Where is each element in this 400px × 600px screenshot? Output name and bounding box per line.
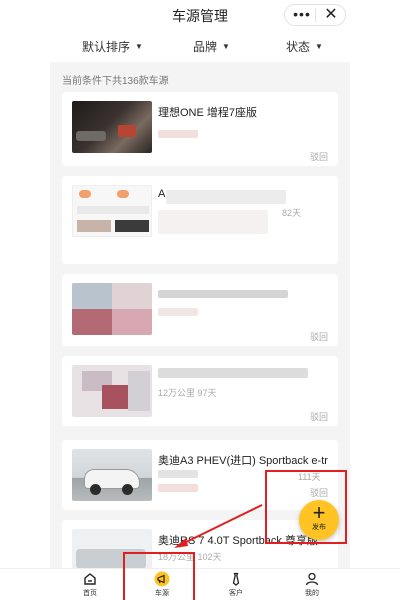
blurred-info xyxy=(158,210,268,234)
caret-down-icon: ▼ xyxy=(315,42,323,51)
more-icon[interactable]: ••• xyxy=(291,7,313,23)
top-bar: 车源管理 ••• ✕ xyxy=(0,0,400,30)
status-filter-label: 状态 xyxy=(286,40,311,54)
blurred-info xyxy=(158,368,308,378)
car-photo xyxy=(72,449,152,501)
tab-profile-label: 我的 xyxy=(305,590,319,597)
car-card[interactable]: 12万公里 97天 驳回 xyxy=(62,356,338,426)
car-title: 奥迪A3 PHEV(进口) Sportback e-tron xyxy=(158,455,328,467)
car-meta: 82天 xyxy=(282,208,302,218)
car-photo xyxy=(72,185,152,237)
brand-filter-label: 品牌 xyxy=(193,40,218,54)
tab-customers[interactable]: 客户 xyxy=(211,571,261,598)
tab-home[interactable]: 首页 xyxy=(65,571,115,598)
car-photo xyxy=(72,283,152,335)
sort-filter[interactable]: 默认排序 ▼ xyxy=(82,38,143,55)
home-icon xyxy=(65,571,115,587)
caret-down-icon: ▼ xyxy=(222,42,230,51)
blurred-info xyxy=(158,308,198,316)
blurred-info xyxy=(166,190,286,204)
result-summary: 当前条件下共136款车源 xyxy=(62,76,169,87)
car-photo xyxy=(72,365,152,417)
caret-down-icon: ▼ xyxy=(135,42,143,51)
car-photo xyxy=(72,101,152,153)
status-label: 驳回 xyxy=(309,332,328,342)
car-card[interactable]: 理想ONE 增程7座版 驳回 xyxy=(62,92,338,166)
sort-filter-label: 默认排序 xyxy=(82,40,131,54)
annotation-box-cars-tab xyxy=(123,552,195,600)
capsule-divider xyxy=(315,9,316,22)
car-card[interactable]: A 82天 xyxy=(62,176,338,264)
car-meta: 12万公里 97天 xyxy=(158,388,217,398)
tab-profile[interactable]: 我的 xyxy=(287,571,337,598)
blurred-info xyxy=(158,290,288,298)
blurred-info xyxy=(158,470,198,478)
status-filter[interactable]: 状态 ▼ xyxy=(286,38,323,55)
tie-icon xyxy=(211,571,261,587)
status-label: 驳回 xyxy=(309,152,328,162)
car-card[interactable]: 驳回 xyxy=(62,274,338,346)
bottom-tab-bar: 首页 车源 客户 我的 xyxy=(0,568,400,600)
car-title: 理想ONE 增程7座版 xyxy=(158,107,258,119)
mini-program-capsule: ••• ✕ xyxy=(284,4,346,26)
status-label: 驳回 xyxy=(309,412,328,422)
user-icon xyxy=(287,571,337,587)
close-icon[interactable]: ✕ xyxy=(318,6,344,24)
brand-filter[interactable]: 品牌 ▼ xyxy=(193,38,230,55)
tab-customers-label: 客户 xyxy=(229,590,243,597)
filter-bar: 默认排序 ▼ 品牌 ▼ 状态 ▼ xyxy=(0,34,400,60)
blurred-info xyxy=(158,484,198,492)
tab-home-label: 首页 xyxy=(83,590,97,597)
blurred-info xyxy=(158,130,198,138)
annotation-box-publish xyxy=(265,470,347,544)
